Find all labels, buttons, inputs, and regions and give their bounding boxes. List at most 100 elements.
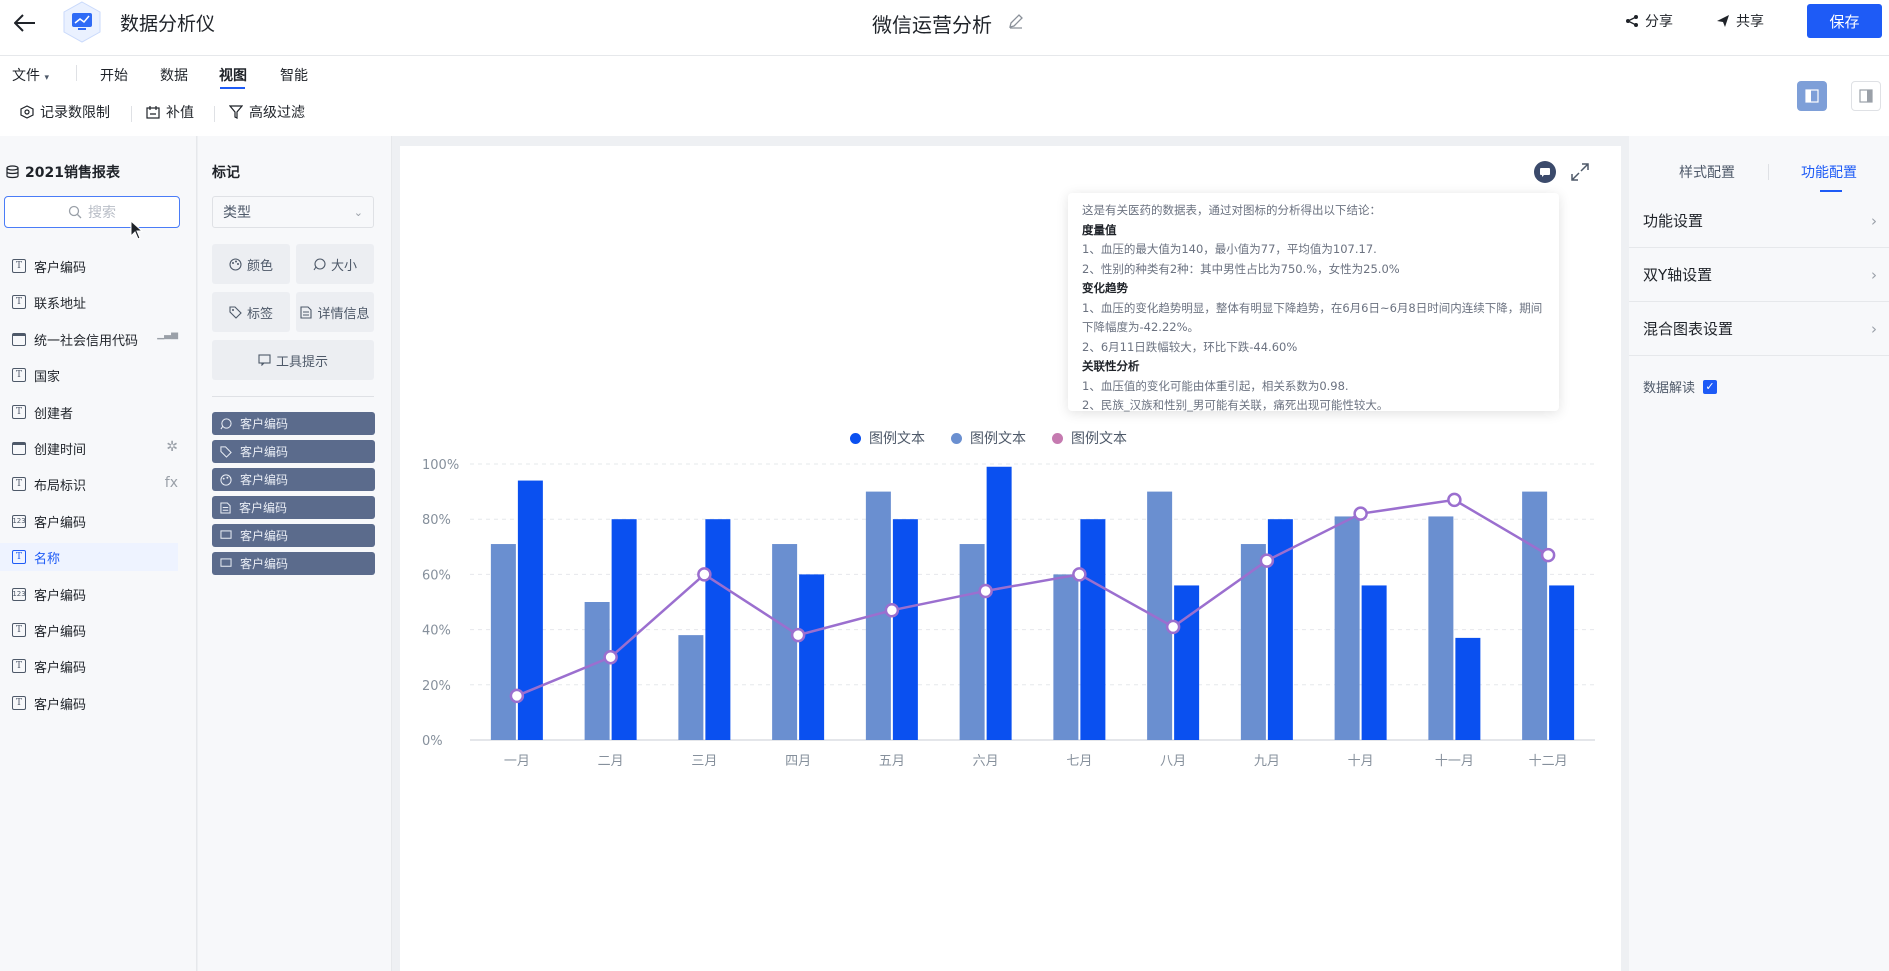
tab-function-config[interactable]: 功能配置 (1801, 162, 1857, 182)
document-title[interactable]: 微信运营分析 (872, 9, 992, 38)
legend-swatch (1052, 432, 1063, 444)
y-tick-label: 80% (422, 513, 451, 528)
y-tick-label: 100% (422, 458, 459, 473)
text-type-icon: T (12, 405, 26, 419)
record-limit-button[interactable]: 记录数限制 (20, 102, 110, 122)
mark-size-button[interactable]: 大小 (296, 244, 374, 284)
layout-left-panel-button[interactable] (1797, 81, 1827, 111)
co-share-label: 共享 (1736, 14, 1764, 30)
size-bubble-icon (313, 257, 326, 270)
function-settings-row[interactable]: 功能设置 › (1629, 194, 1889, 248)
field-item[interactable]: 统一社会信用代码 ▁▃▅ (12, 325, 182, 353)
dual-y-axis-row[interactable]: 双Y轴设置 › (1629, 248, 1889, 302)
tooltip-icon (220, 530, 232, 539)
y-tick-label: 20% (422, 679, 451, 694)
comment-icon[interactable] (1533, 160, 1557, 184)
mark-label-button[interactable]: 标签 (212, 292, 290, 332)
field-item[interactable]: T 客户编码 (12, 616, 182, 644)
app-name: 数据分析仪 (120, 13, 216, 35)
fill-value-button[interactable]: 补值 (146, 102, 194, 122)
mark-detail-button[interactable]: 详情信息 (296, 292, 374, 332)
tooltip-icon (258, 354, 271, 366)
co-share-button[interactable]: 共享 (1716, 9, 1764, 33)
mixed-chart-row[interactable]: 混合图表设置 › (1629, 302, 1889, 356)
x-tick-label: 十一月 (1435, 754, 1474, 769)
field-item[interactable]: T 客户编码 (12, 652, 182, 680)
mark-pill-label: 客户编码 (240, 557, 289, 571)
menu-data[interactable]: 数据 (160, 65, 188, 85)
mark-pill-size[interactable]: 客户编码 (212, 412, 375, 435)
text-type-icon: T (12, 368, 26, 382)
size-bubble-icon (220, 417, 232, 429)
mark-type-select[interactable]: 类型 ⌄ (212, 196, 374, 228)
field-item[interactable]: 123 客户编码 (12, 580, 182, 608)
fullscreen-icon[interactable] (1568, 160, 1592, 184)
legend-item[interactable]: 图例文本 (1052, 428, 1127, 448)
menu-file[interactable]: 文件 ▾ (12, 65, 49, 85)
menu-view[interactable]: 视图 (219, 65, 247, 85)
back-arrow-icon[interactable] (10, 8, 40, 38)
line-series-3 (516, 498, 1549, 697)
mark-pill-label[interactable]: 客户编码 (212, 440, 375, 463)
line-point (1540, 547, 1556, 563)
tab-style-config[interactable]: 样式配置 (1679, 162, 1735, 182)
menu-intelligence[interactable]: 智能 (280, 65, 308, 85)
x-tick-label: 五月 (879, 754, 905, 769)
bar-series-2 (1174, 585, 1200, 740)
field-item[interactable]: 创建时间 ✲ (12, 434, 182, 462)
text-type-icon: T (12, 477, 26, 491)
x-tick-label: 八月 (1160, 754, 1186, 769)
mark-type-value: 类型 (223, 205, 251, 221)
share-button[interactable]: 分享 (1625, 9, 1673, 33)
mark-tooltip-button[interactable]: 工具提示 (212, 340, 374, 380)
top-bar: 数据分析仪 微信运营分析 分享 共享 保存 (0, 0, 1889, 56)
search-input[interactable]: 搜索 (4, 196, 180, 228)
mark-pill-tooltip[interactable]: 客户编码 (212, 524, 375, 547)
mark-pill-label: 客户编码 (240, 473, 289, 487)
layout-right-panel-button[interactable] (1851, 81, 1881, 111)
field-item[interactable]: T 布局标识 fx (12, 470, 182, 498)
chevron-right-icon: › (1871, 319, 1877, 338)
field-item[interactable]: T 客户编码 (12, 252, 182, 280)
field-label: 客户编码 (34, 697, 87, 713)
field-item[interactable]: T 创建者 (12, 398, 182, 426)
mark-pill-detail[interactable]: 客户编码 (212, 496, 375, 519)
advanced-filter-button[interactable]: 高级过滤 (229, 102, 305, 122)
text-type-icon: T (12, 696, 26, 710)
field-label: 创建者 (34, 406, 74, 422)
active-tab-indicator (220, 87, 245, 89)
field-item[interactable]: 123 客户编码 (12, 507, 182, 535)
formula-icon: fx (164, 475, 178, 491)
legend-item[interactable]: 图例文本 (850, 428, 925, 448)
chevron-down-icon: ⌄ (353, 205, 363, 219)
field-label: 名称 (34, 551, 61, 567)
menu-bar: 文件 ▾ 开始 数据 视图 智能 (0, 57, 1889, 91)
field-item[interactable]: T 联系地址 (12, 288, 182, 316)
menu-start[interactable]: 开始 (100, 65, 128, 85)
field-item[interactable]: T 国家 (12, 361, 182, 389)
insight-heading: 度量值 (1082, 222, 1117, 237)
field-item[interactable]: T 客户编码 (12, 689, 182, 717)
mark-pill-tooltip[interactable]: 客户编码 (212, 552, 375, 575)
field-label: 创建时间 (34, 442, 87, 458)
edit-pencil-icon[interactable] (1007, 12, 1025, 30)
mark-color-button[interactable]: 颜色 (212, 244, 290, 284)
x-tick-label: 九月 (1254, 754, 1280, 769)
panel-left-icon (1805, 89, 1819, 103)
line-point (790, 627, 806, 643)
save-button[interactable]: 保存 (1807, 4, 1882, 38)
marks-title: 标记 (212, 165, 240, 181)
data-insight-checkbox[interactable]: ✓ (1703, 379, 1718, 394)
mark-pill-color[interactable]: 客户编码 (212, 468, 375, 491)
legend-item[interactable]: 图例文本 (951, 428, 1026, 448)
line-point (603, 649, 618, 665)
field-label: 客户编码 (34, 515, 87, 531)
bar-series-1 (1334, 516, 1360, 740)
text-type-icon: T (12, 659, 26, 673)
row-label: 功能设置 (1643, 212, 1704, 230)
bar-series-2 (1267, 519, 1293, 740)
x-tick-label: 四月 (785, 754, 811, 769)
field-item[interactable]: T 名称 (0, 543, 178, 571)
record-limit-icon (20, 105, 34, 119)
mark-pill-label: 客户编码 (240, 445, 289, 459)
